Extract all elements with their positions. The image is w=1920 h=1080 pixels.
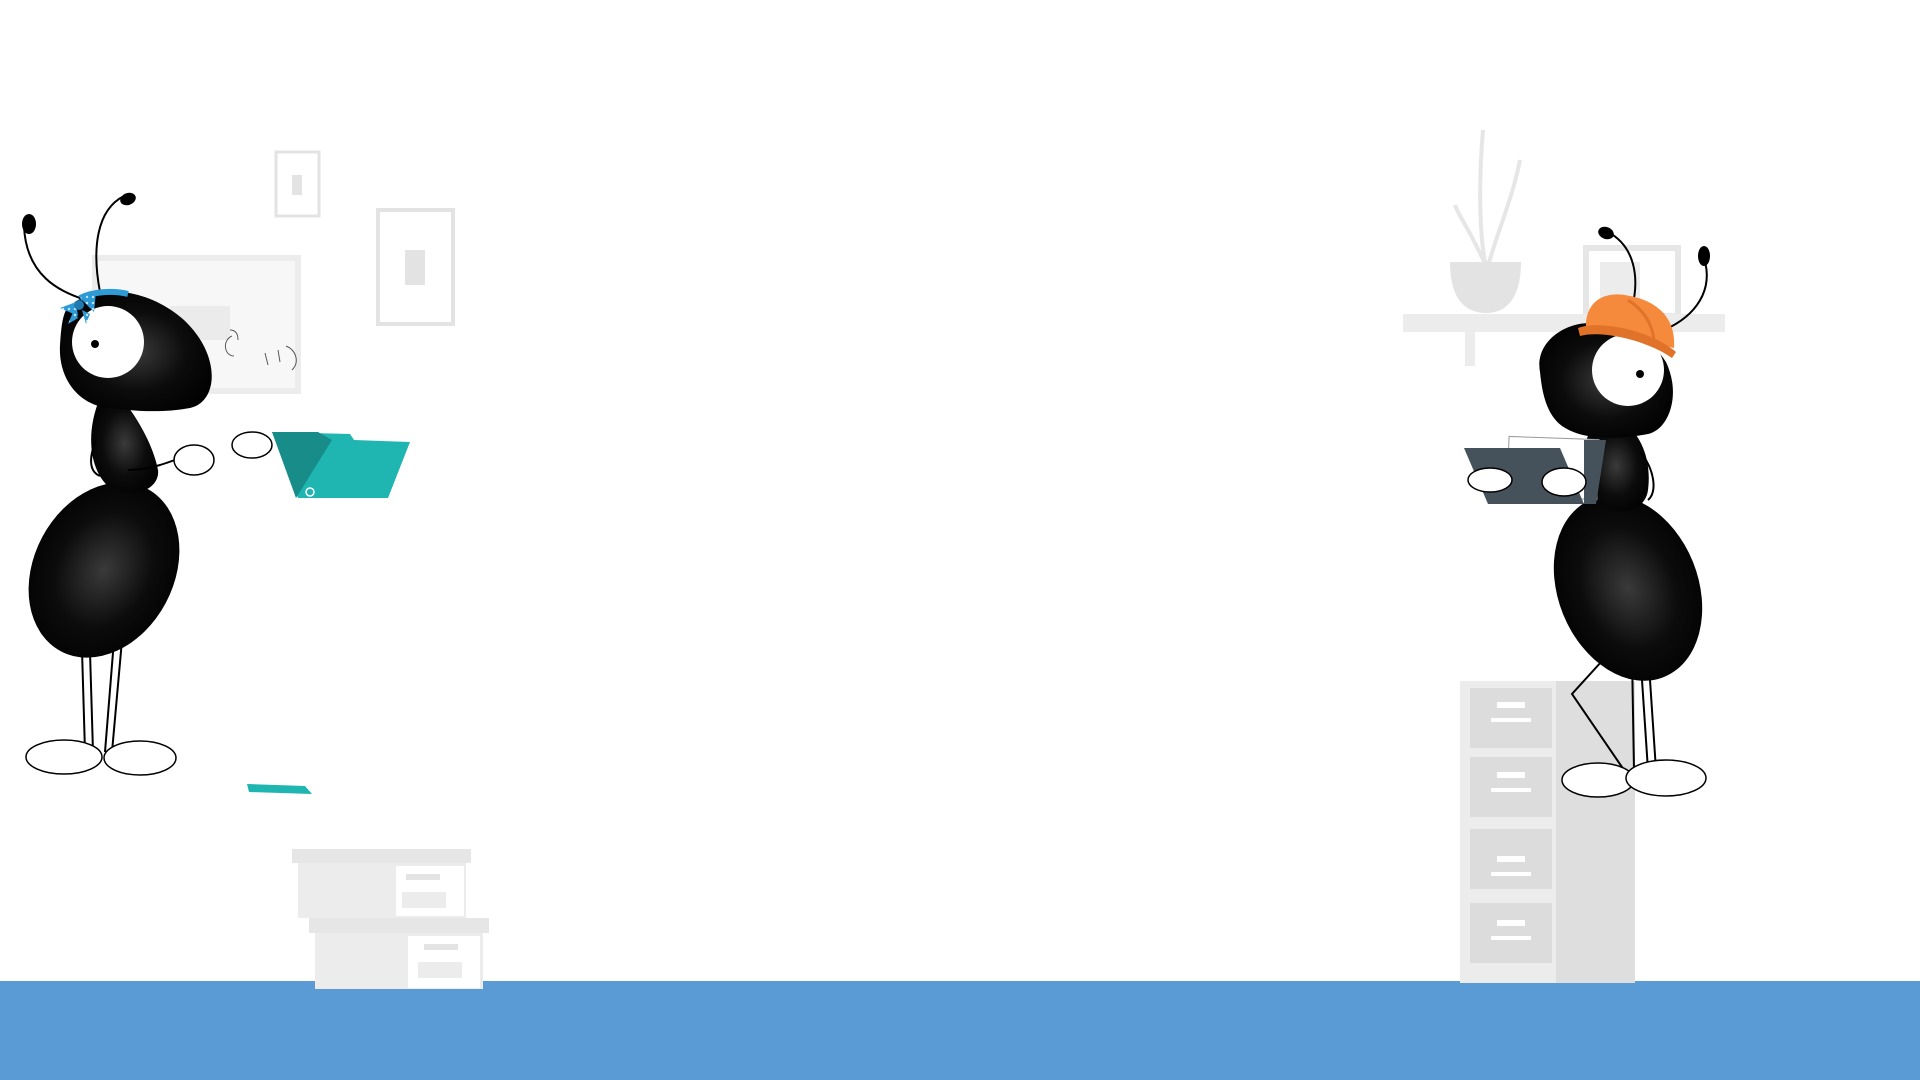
scene-illustration bbox=[0, 129, 1920, 1080]
floor bbox=[0, 981, 1920, 1080]
folder-icon bbox=[231, 431, 410, 498]
right-foot bbox=[103, 740, 177, 776]
plant-icon bbox=[1450, 129, 1522, 313]
tablet-icon bbox=[1464, 435, 1606, 504]
left-foot bbox=[25, 739, 103, 775]
filing-cabinet-icon bbox=[1460, 681, 1635, 983]
scene-stage bbox=[0, 0, 1920, 1080]
storage-boxes-icon bbox=[292, 849, 489, 989]
dropped-paper bbox=[247, 784, 312, 794]
